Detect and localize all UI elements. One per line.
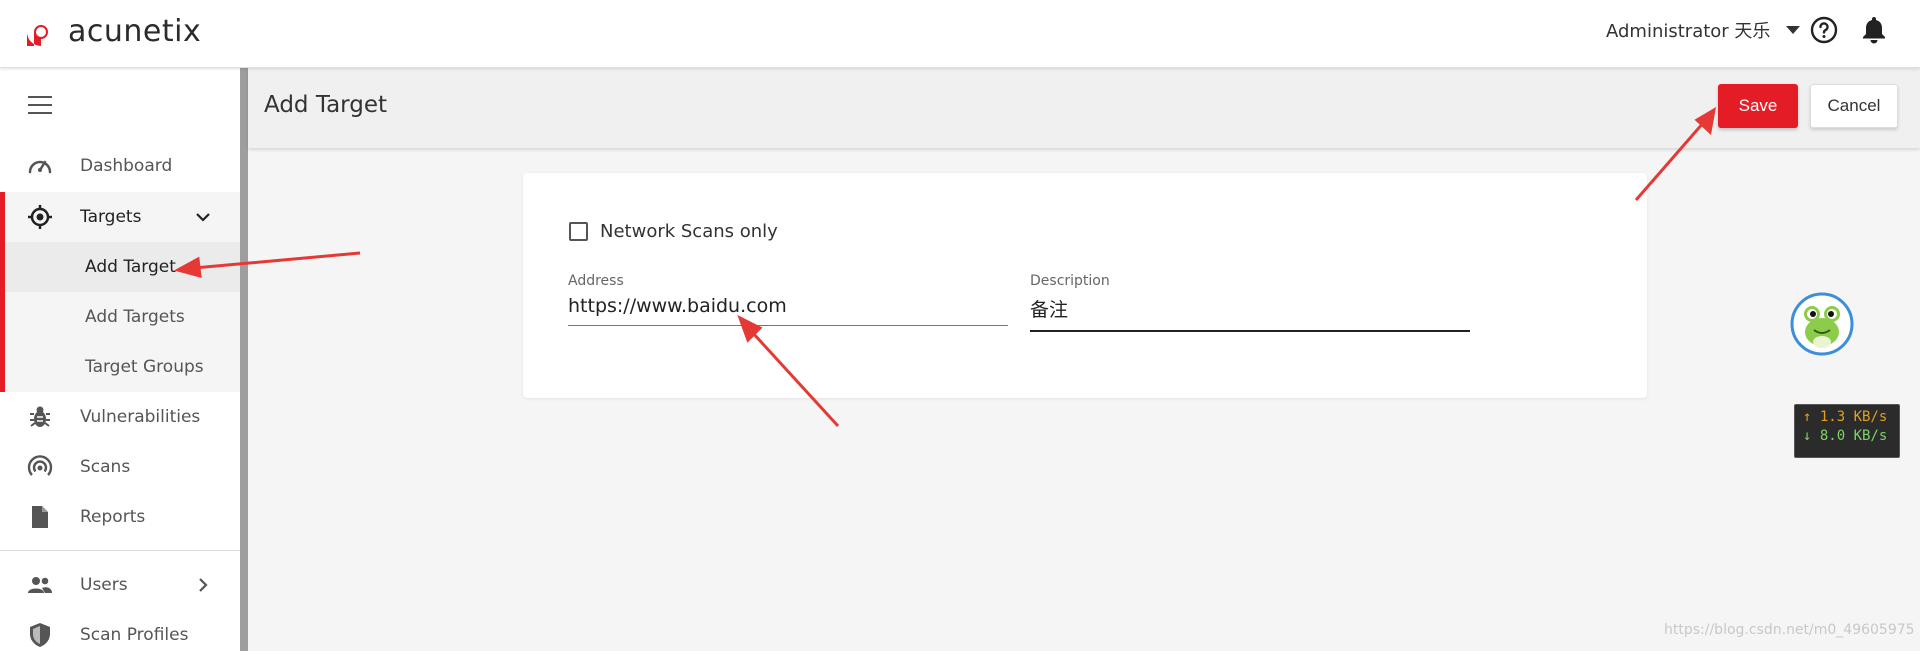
notifications-bell-icon[interactable] — [1860, 15, 1888, 45]
address-label: Address — [568, 273, 624, 289]
sidebar-item-dashboard[interactable]: Dashboard — [0, 141, 240, 191]
sidebar-item-reports[interactable]: Reports — [0, 492, 240, 542]
brand-name: acunetix — [68, 14, 202, 49]
sidebar-subitem-label: Target Groups — [85, 357, 204, 377]
address-input[interactable]: https://www.baidu.com — [568, 295, 1008, 326]
watermark: https://blog.csdn.net/m0_49605975 — [1664, 622, 1915, 638]
description-input[interactable]: 备注 — [1030, 295, 1470, 332]
save-button[interactable]: Save — [1718, 84, 1798, 128]
download-speed: ↓ 8.0 KB/s — [1803, 428, 1888, 444]
sidebar-item-label: Reports — [80, 507, 146, 527]
shield-icon — [30, 623, 50, 647]
top-bar: acunetix Administrator 天乐 — [0, 0, 1920, 68]
sidebar-scrollbar[interactable] — [240, 68, 248, 651]
sidebar-item-targets[interactable]: Targets — [0, 192, 240, 242]
network-scans-only-label: Network Scans only — [600, 221, 778, 242]
sidebar-item-label: Users — [80, 575, 128, 595]
sidebar-item-label: Dashboard — [80, 156, 173, 176]
dashboard-gauge-icon — [28, 160, 52, 174]
chevron-down-icon[interactable] — [195, 209, 211, 225]
page-header: Add Target Save Cancel — [248, 68, 1920, 148]
acunetix-logo-icon — [27, 17, 55, 46]
description-label: Description — [1030, 273, 1110, 289]
help-icon[interactable] — [1810, 16, 1838, 44]
sidebar-item-label: Scan Profiles — [80, 625, 189, 645]
bug-icon — [30, 406, 50, 427]
description-field[interactable]: Description 备注 — [1030, 273, 1470, 332]
frog-avatar-icon[interactable] — [1790, 292, 1854, 356]
sidebar-subitem-add-target[interactable]: Add Target — [5, 242, 240, 292]
address-field[interactable]: Address https://www.baidu.com — [568, 273, 1008, 326]
sidebar-item-label: Vulnerabilities — [80, 407, 201, 427]
sidebar-divider — [0, 550, 240, 551]
radar-icon — [27, 455, 53, 476]
sidebar-subitem-label: Add Target — [85, 257, 176, 277]
sidebar-item-label: Scans — [80, 457, 131, 477]
sidebar-item-label: Targets — [80, 207, 142, 227]
network-scans-only-checkbox[interactable] — [569, 222, 588, 241]
add-target-form-card: Network Scans only Address https://www.b… — [523, 173, 1647, 398]
sidebar-subitem-label: Add Targets — [85, 307, 185, 327]
cancel-button[interactable]: Cancel — [1810, 84, 1898, 128]
user-menu[interactable]: Administrator 天乐 — [1606, 17, 1801, 43]
caret-down-icon — [1786, 26, 1801, 34]
sidebar-item-vulnerabilities[interactable]: Vulnerabilities — [0, 392, 240, 442]
sidebar-item-users[interactable]: Users — [0, 560, 240, 610]
sidebar: Dashboard Targets Add Target Add Targets… — [0, 68, 240, 651]
target-crosshair-icon — [28, 205, 52, 229]
users-icon — [28, 577, 52, 593]
network-scans-only-row[interactable]: Network Scans only — [569, 221, 778, 242]
user-name: Administrator 天乐 — [1606, 21, 1771, 42]
chevron-right-icon[interactable] — [195, 577, 211, 593]
sidebar-item-scans[interactable]: Scans — [0, 442, 240, 492]
page-title: Add Target — [264, 92, 387, 118]
menu-hamburger-icon[interactable] — [28, 96, 52, 114]
network-speed-widget: ↑ 1.3 KB/s ↓ 8.0 KB/s — [1794, 404, 1900, 458]
upload-speed: ↑ 1.3 KB/s — [1803, 409, 1888, 425]
brand-logo[interactable]: acunetix — [24, 14, 201, 49]
sidebar-subitem-add-targets[interactable]: Add Targets — [5, 292, 240, 342]
document-icon — [32, 506, 48, 528]
sidebar-subitem-target-groups[interactable]: Target Groups — [5, 342, 240, 392]
sidebar-item-scan-profiles[interactable]: Scan Profiles — [0, 610, 240, 651]
